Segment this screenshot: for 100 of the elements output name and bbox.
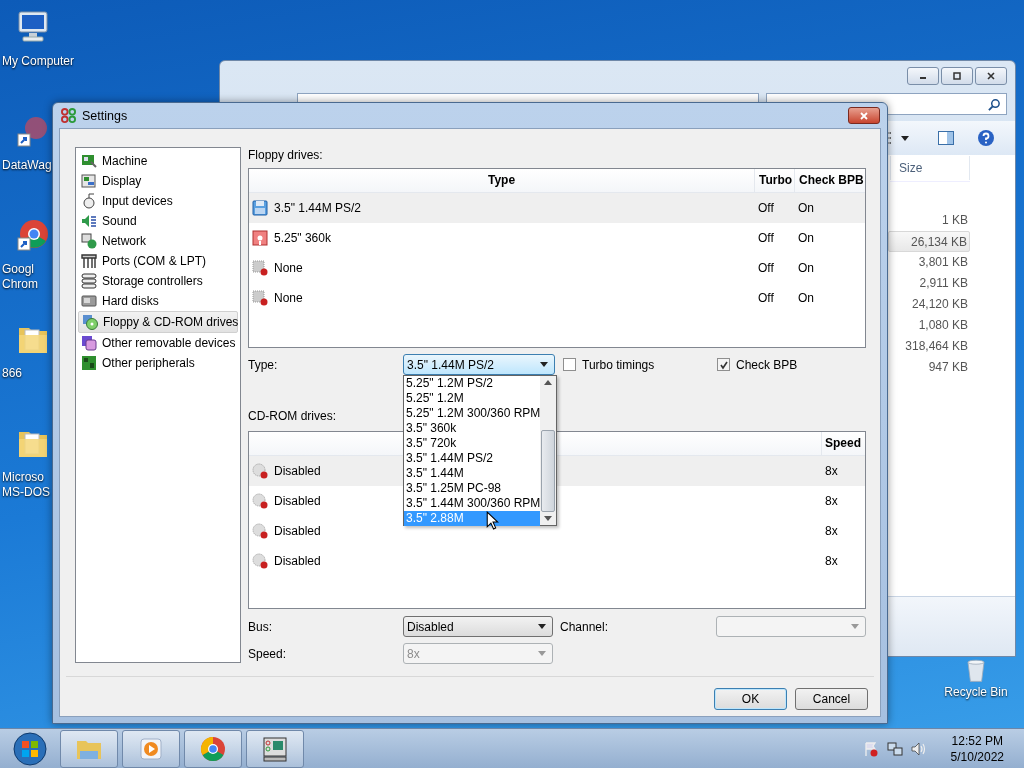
desktop-icon-label: MS-DOS xyxy=(2,485,50,500)
network-icon xyxy=(81,233,97,249)
volume-icon[interactable] xyxy=(910,740,927,757)
file-row[interactable]: 318,464 KB xyxy=(888,336,970,357)
field-label: Channel: xyxy=(560,619,610,634)
ports-icon xyxy=(81,253,97,269)
table-cell: 3.5" 1.44M PS/2 xyxy=(274,201,361,215)
recycle-bin-icon[interactable] xyxy=(964,659,988,683)
taskbar-button[interactable] xyxy=(246,729,304,768)
dropdown-option[interactable]: 5.25" 1.2M 300/360 RPM xyxy=(404,406,541,421)
dropdown-option[interactable]: 5.25" 1.2M xyxy=(404,391,541,406)
scroll-down-icon[interactable] xyxy=(544,516,553,521)
drive-row[interactable]: None Off On xyxy=(249,283,865,313)
table-cell-text: 8x xyxy=(824,464,839,478)
category-item[interactable]: Floppy & CD-ROM drives xyxy=(78,311,238,333)
dropdown-option[interactable]: 5.25" 1.2M PS/2 xyxy=(404,376,541,391)
column-header[interactable]: Check BPB xyxy=(795,169,865,192)
section-label: Floppy drives: xyxy=(248,147,323,163)
cancel-button[interactable]: Cancel xyxy=(795,688,868,710)
chrome-icon[interactable] xyxy=(16,218,50,252)
app-icon xyxy=(61,108,76,123)
scrollbar[interactable] xyxy=(540,376,556,525)
checkbox-label[interactable]: Turbo timings xyxy=(582,357,655,372)
help-icon[interactable] xyxy=(977,129,995,147)
clock[interactable]: 12:52 PM 5/10/2022 xyxy=(950,732,1004,765)
preview-pane-icon[interactable] xyxy=(937,130,955,146)
recycle-bin-label: Recycle Bin xyxy=(944,685,1008,699)
desktop-icon-label: DataWag xyxy=(2,158,52,173)
bus-dropdown[interactable]: Disabled xyxy=(403,616,553,637)
table-cell: Disabled xyxy=(274,524,321,538)
board-icon xyxy=(81,355,97,371)
column-header[interactable]: Turbo xyxy=(755,169,795,192)
dropdown-option[interactable]: 3.5" 1.44M xyxy=(404,466,541,481)
category-item[interactable]: Input devices xyxy=(78,191,238,211)
network-icon[interactable] xyxy=(886,740,903,757)
ok-button[interactable]: OK xyxy=(714,688,787,710)
table-cell: Disabled xyxy=(274,494,321,508)
category-item[interactable]: Machine xyxy=(78,151,238,171)
file-row[interactable]: 3,801 KB xyxy=(888,252,970,273)
drive-row[interactable]: None Off On xyxy=(249,253,865,283)
minimize-button[interactable] xyxy=(907,67,939,85)
drive-row[interactable]: 5.25" 360k Off On xyxy=(249,223,865,253)
file-row[interactable]: 26,134 KB xyxy=(888,231,970,252)
removable-drive-icon xyxy=(81,335,97,351)
category-item[interactable]: Hard disks xyxy=(78,291,238,311)
window-title: Settings xyxy=(82,108,129,123)
table-cell: None xyxy=(274,261,303,275)
file-row[interactable]: 2,911 KB xyxy=(888,273,970,294)
file-row[interactable]: 1 KB xyxy=(888,210,970,231)
caret-icon xyxy=(851,624,859,629)
type-dropdown[interactable]: 3.5" 1.44M PS/2 xyxy=(403,354,555,375)
close-button[interactable] xyxy=(975,67,1007,85)
section-label: CD-ROM drives: xyxy=(248,408,336,424)
file-row[interactable]: 1,080 KB xyxy=(888,315,970,336)
maximize-button[interactable] xyxy=(941,67,973,85)
dropdown-option[interactable]: 3.5" 1.44M PS/2 xyxy=(404,451,541,466)
empty-drive-icon xyxy=(252,290,268,306)
category-item[interactable]: Display xyxy=(78,171,238,191)
flag-icon[interactable] xyxy=(862,740,879,757)
category-item[interactable]: Network xyxy=(78,231,238,251)
column-header[interactable]: Type xyxy=(249,169,755,192)
checkbox[interactable] xyxy=(717,358,730,371)
category-item[interactable]: Other removable devices xyxy=(78,333,238,353)
display-card-icon xyxy=(81,173,97,189)
category-item[interactable]: Storage controllers xyxy=(78,271,238,291)
field-label: Type: xyxy=(248,357,279,372)
scroll-up-icon[interactable] xyxy=(544,380,553,385)
dropdown-option[interactable]: 3.5" 720k xyxy=(404,436,541,451)
category-item[interactable]: Other peripherals xyxy=(78,353,238,373)
chip-icon xyxy=(81,153,97,169)
file-row[interactable]: 24,120 KB xyxy=(888,294,970,315)
shortcut-icon[interactable] xyxy=(16,114,50,148)
dropdown-option[interactable]: 3.5" 1.25M PC-98 xyxy=(404,481,541,496)
checkbox[interactable] xyxy=(563,358,576,371)
close-button[interactable] xyxy=(848,107,880,124)
caret-icon xyxy=(540,362,548,367)
caret-icon[interactable] xyxy=(901,135,909,141)
desktop-icon-label: Googl xyxy=(2,262,35,277)
scroll-thumb[interactable] xyxy=(541,429,556,512)
dropdown-option[interactable]: 3.5" 360k xyxy=(404,421,541,436)
table-cell-text: 8x xyxy=(824,554,839,568)
table-cell: Disabled xyxy=(274,554,321,568)
caret-icon xyxy=(538,624,546,629)
taskbar-button[interactable] xyxy=(60,729,118,768)
taskbar-button[interactable] xyxy=(184,729,242,768)
table-cell-text: Off xyxy=(757,201,775,215)
file-row[interactable]: 947 KB xyxy=(888,357,970,378)
column-header[interactable]: Size xyxy=(890,156,970,180)
column-header[interactable]: Speed xyxy=(821,432,865,455)
category-item[interactable]: Ports (COM & LPT) xyxy=(78,251,238,271)
storage-icon xyxy=(81,273,97,289)
taskbar-button[interactable] xyxy=(122,729,180,768)
category-item[interactable]: Sound xyxy=(78,211,238,231)
checkbox-label[interactable]: Check BPB xyxy=(736,357,798,372)
computer-icon[interactable] xyxy=(16,10,50,44)
drive-row[interactable]: 3.5" 1.44M PS/2 Off On xyxy=(249,193,865,223)
table-cell-text: 8x xyxy=(824,494,839,508)
disabled-disc-icon xyxy=(252,493,268,509)
dropdown-option[interactable]: 3.5" 1.44M 300/360 RPM xyxy=(404,496,541,511)
field-label: Speed: xyxy=(248,646,288,661)
